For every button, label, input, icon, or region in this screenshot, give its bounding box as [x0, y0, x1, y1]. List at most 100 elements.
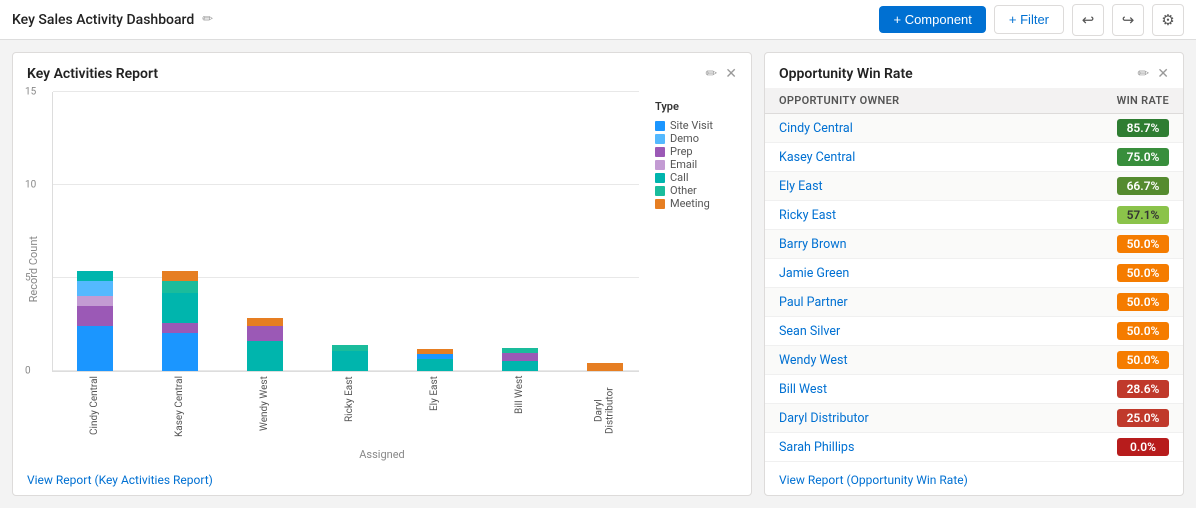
bar-segment [77, 281, 113, 296]
table-row: Daryl Distributor 25.0% [765, 404, 1183, 433]
legend-items: Site Visit Demo Prep Email Call Other Me… [655, 119, 737, 210]
bar-segment [162, 271, 198, 281]
row-owner-name[interactable]: Kasey Central [779, 150, 855, 165]
table-row: Cindy Central 85.7% [765, 114, 1183, 143]
legend-item: Other [655, 184, 737, 197]
undo-button[interactable]: ↩ [1072, 4, 1104, 36]
table-header: OPPORTUNITY OWNER WIN RATE [765, 88, 1183, 114]
row-owner-name[interactable]: Ricky East [779, 208, 836, 223]
legend-item-label: Prep [670, 145, 693, 158]
left-panel-title: Key Activities Report [27, 66, 158, 82]
bar-group [485, 348, 554, 371]
left-panel-edit-button[interactable]: ✏ [706, 65, 718, 82]
row-owner-name[interactable]: Sean Silver [779, 324, 840, 339]
bar-group [146, 271, 215, 371]
legend-color-swatch [655, 134, 665, 144]
win-rate-table: OPPORTUNITY OWNER WIN RATE Cindy Central… [765, 88, 1183, 465]
legend-item-label: Demo [670, 132, 699, 145]
row-owner-name[interactable]: Wendy West [779, 353, 848, 368]
settings-button[interactable]: ⚙ [1152, 4, 1184, 36]
table-row: Barry Brown 50.0% [765, 230, 1183, 259]
bar-segment [502, 353, 538, 361]
win-rate-badge: 66.7% [1117, 177, 1169, 195]
row-owner-name[interactable]: Barry Brown [779, 237, 847, 252]
row-owner-name[interactable]: Sarah Phillips [779, 440, 854, 455]
bar-segment [502, 361, 538, 371]
left-view-report-link[interactable]: View Report (Key Activities Report) [13, 465, 751, 495]
top-bar-left: Key Sales Activity Dashboard ✏ [12, 12, 213, 28]
add-filter-button[interactable]: + Filter [994, 5, 1064, 34]
chart-main: 0 5 10 15 Cindy CentralKasey CentralWend… [52, 92, 639, 446]
x-axis-label: Daryl Distributor [570, 376, 639, 446]
col-winrate-header: WIN RATE [1117, 94, 1169, 107]
undo-icon: ↩ [1082, 11, 1095, 29]
table-row: Kasey Central 75.0% [765, 143, 1183, 172]
legend-item-label: Site Visit [670, 119, 713, 132]
top-bar: Key Sales Activity Dashboard ✏ + Compone… [0, 0, 1196, 40]
legend-item-label: Call [670, 171, 689, 184]
col-owner-header: OPPORTUNITY OWNER [779, 94, 899, 107]
x-axis-label: Cindy Central [60, 376, 129, 446]
row-owner-name[interactable]: Cindy Central [779, 121, 853, 136]
legend-color-swatch [655, 186, 665, 196]
legend-color-swatch [655, 147, 665, 157]
row-owner-name[interactable]: Ely East [779, 179, 823, 194]
bar-segment [162, 323, 198, 333]
stacked-bar[interactable] [417, 349, 453, 371]
right-panel-actions: ✏ ✕ [1138, 65, 1169, 82]
x-axis-label: Bill West [485, 376, 554, 446]
right-panel-edit-button[interactable]: ✏ [1138, 65, 1150, 82]
dashboard-title: Key Sales Activity Dashboard [12, 12, 194, 28]
left-panel-close-button[interactable]: ✕ [725, 65, 737, 82]
legend-item-label: Email [670, 158, 697, 171]
legend-color-swatch [655, 121, 665, 131]
redo-button[interactable]: ↪ [1112, 4, 1144, 36]
win-rate-badge: 50.0% [1117, 293, 1169, 311]
row-owner-name[interactable]: Jamie Green [779, 266, 849, 281]
redo-icon: ↪ [1122, 11, 1135, 29]
row-owner-name[interactable]: Paul Partner [779, 295, 848, 310]
stacked-bar[interactable] [77, 271, 113, 371]
bar-group [570, 363, 639, 371]
table-row: Jamie Green 50.0% [765, 259, 1183, 288]
x-labels: Cindy CentralKasey CentralWendy WestRick… [52, 376, 639, 446]
legend-item: Meeting [655, 197, 737, 210]
x-axis-title: Assigned [27, 448, 737, 461]
dashboard-edit-icon[interactable]: ✏ [202, 12, 213, 27]
right-panel-title: Opportunity Win Rate [779, 66, 913, 82]
legend-item: Site Visit [655, 119, 737, 132]
add-component-button[interactable]: + Component [879, 6, 985, 33]
bar-segment [77, 296, 113, 306]
bar-segment [332, 351, 368, 371]
right-panel-header: Opportunity Win Rate ✏ ✕ [765, 53, 1183, 88]
bar-segment [247, 341, 283, 371]
bar-segment [77, 271, 113, 281]
chart-area: Record Count 0 5 10 15 Cind [13, 88, 751, 465]
legend-item: Demo [655, 132, 737, 145]
settings-icon: ⚙ [1161, 11, 1174, 29]
win-rate-badge: 75.0% [1117, 148, 1169, 166]
win-rate-badge: 50.0% [1117, 322, 1169, 340]
row-owner-name[interactable]: Daryl Distributor [779, 411, 869, 426]
legend-item-label: Meeting [670, 197, 710, 210]
win-rate-badge: 25.0% [1117, 409, 1169, 427]
bar-segment [77, 306, 113, 326]
stacked-bar[interactable] [332, 345, 368, 371]
win-rate-badge: 57.1% [1117, 206, 1169, 224]
bar-segment [587, 363, 623, 371]
stacked-bar[interactable] [502, 348, 538, 371]
y-axis-label: Record Count [27, 236, 40, 302]
main-content: Key Activities Report ✏ ✕ Record Count 0… [0, 40, 1196, 508]
chart-legend: Type Site Visit Demo Prep Email Call Oth… [647, 92, 737, 446]
bar-group [400, 349, 469, 371]
stacked-bar[interactable] [247, 318, 283, 371]
bar-segment [162, 293, 198, 323]
bar-segment [162, 333, 198, 371]
stacked-bar[interactable] [162, 271, 198, 371]
win-rate-badge: 85.7% [1117, 119, 1169, 137]
table-row: Wendy West 50.0% [765, 346, 1183, 375]
right-view-report-link[interactable]: View Report (Opportunity Win Rate) [765, 465, 1183, 495]
row-owner-name[interactable]: Bill West [779, 382, 827, 397]
right-panel-close-button[interactable]: ✕ [1157, 65, 1169, 82]
stacked-bar[interactable] [587, 363, 623, 371]
